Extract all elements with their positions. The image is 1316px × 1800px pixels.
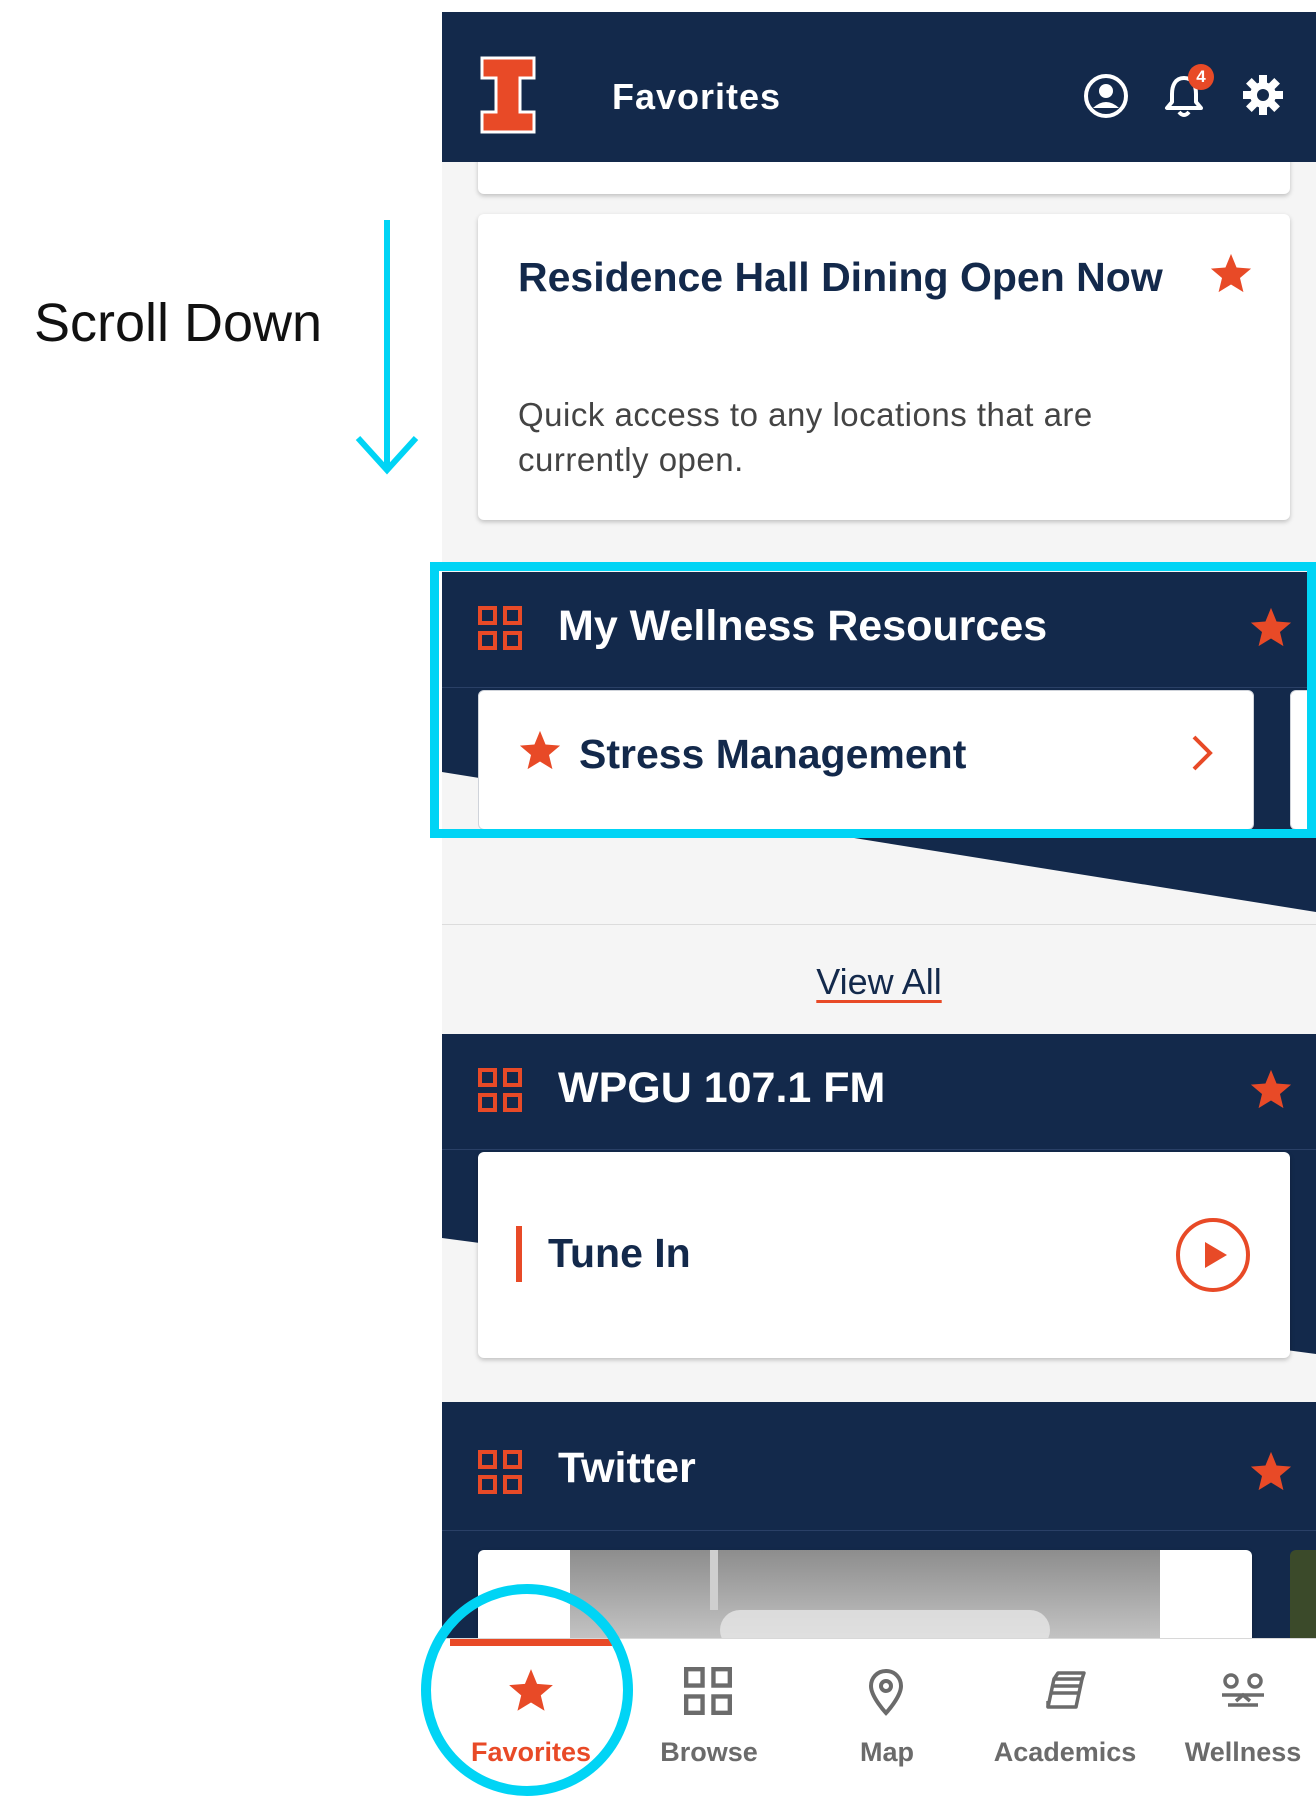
page-title: Favorites [612,76,782,117]
wellness-section-title: My Wellness Resources [558,602,1048,650]
notification-badge: 4 [1188,64,1214,90]
wpgu-section-title: WPGU 107.1 FM [558,1064,886,1112]
dining-card-title: Residence Hall Dining Open Now [518,254,1163,300]
app-header: Favorites 4 [442,12,1316,162]
section-divider-line [442,1530,1316,1531]
tweet-card[interactable] [478,1550,1252,1642]
stress-management-label: Stress Management [579,731,967,777]
wellness-resources-section: My Wellness Resources Stress Management [442,572,1316,928]
nav-tab-map[interactable]: Map [798,1639,976,1800]
tweet-image [570,1550,1160,1642]
nav-tab-favorites[interactable]: Favorites [442,1639,620,1800]
star-icon [509,1669,553,1711]
scroll-down-annotation: Scroll Down [34,293,323,353]
app-screen: Favorites 4 Residence Hall Dining Open N… [442,12,1316,1800]
section-divider-line [442,687,1316,688]
books-icon [1046,1671,1086,1709]
tune-in-label: Tune In [548,1230,691,1276]
accent-bar [516,1226,522,1282]
widget-grid-icon [478,1450,522,1494]
view-all-row: View All [442,924,1316,1049]
dining-open-now-card[interactable]: Residence Hall Dining Open Now Quick acc… [478,214,1290,520]
chevron-right-icon [1192,735,1213,771]
view-all-link[interactable]: View All [442,961,1316,1003]
grid-icon [684,1667,732,1715]
nav-tab-label: Browse [660,1737,758,1767]
nav-tab-label: Wellness [1184,1737,1302,1767]
next-tweet-card-edge[interactable] [1290,1550,1316,1642]
nav-tab-label: Map [860,1737,914,1767]
twitter-section-title: Twitter [558,1444,696,1492]
map-pin-icon [868,1668,904,1716]
widget-grid-icon [478,606,522,650]
nav-tab-academics[interactable]: Academics [976,1639,1154,1800]
nav-tab-label: Academics [993,1737,1137,1767]
star-icon [519,730,561,770]
dining-card-description: Quick access to any locations that are c… [518,396,1093,478]
play-button-icon[interactable] [1174,1216,1252,1294]
settings-gear-icon[interactable] [1240,72,1286,118]
favorite-star-icon[interactable] [1208,252,1254,296]
tune-in-card[interactable]: Tune In [478,1152,1290,1358]
active-tab-indicator [450,1639,612,1646]
next-wellness-item-edge[interactable] [1290,690,1316,830]
section-divider-line [442,1149,1316,1150]
favorite-star-icon[interactable] [1248,1068,1294,1112]
nav-tab-label: Favorites [470,1737,592,1767]
stress-management-item[interactable]: Stress Management [478,690,1254,830]
tweet-image-detail [710,1550,718,1610]
widget-grid-icon [478,1068,522,1112]
user-profile-icon[interactable] [1082,72,1130,120]
wellness-icon [1222,1673,1264,1707]
favorite-star-icon[interactable] [1248,606,1294,650]
illinois-logo-icon [480,56,536,134]
twitter-section: Twitter [442,1402,1316,1642]
arrow-down-icon [355,220,419,475]
nav-tab-browse[interactable]: Browse [620,1639,798,1800]
wpgu-radio-section: WPGU 107.1 FM Tune In [442,1034,1316,1390]
bottom-navigation: Favorites Browse Map Academics Wellness [442,1638,1316,1800]
nav-tab-wellness[interactable]: Wellness [1154,1639,1316,1800]
favorite-star-icon[interactable] [1248,1450,1294,1494]
